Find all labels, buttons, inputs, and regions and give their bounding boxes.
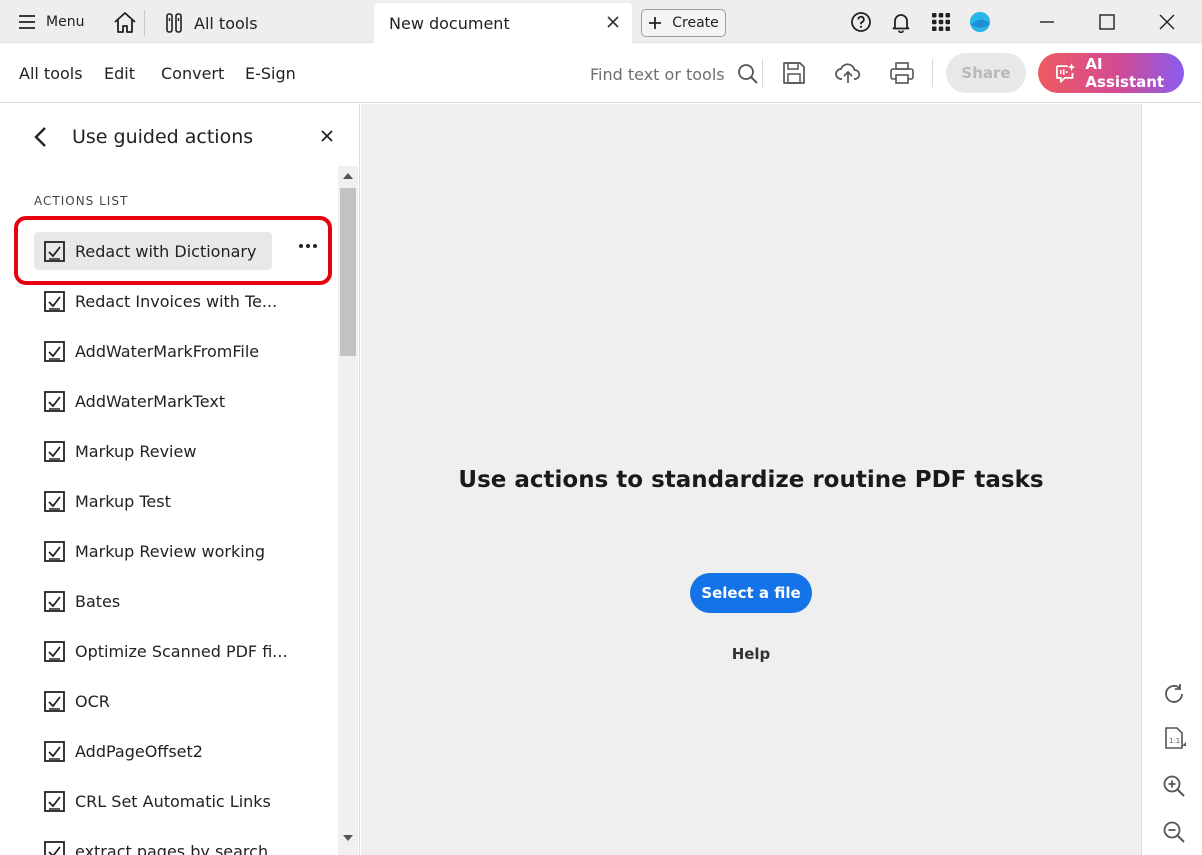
menu-e-sign[interactable]: E-Sign (245, 64, 296, 83)
menu-all-tools[interactable]: All tools (19, 64, 83, 83)
tab-all-tools-label: All tools (194, 13, 258, 33)
checklist-icon (44, 340, 65, 362)
search-input[interactable]: Find text or tools (590, 63, 759, 85)
apps-grid-icon[interactable] (930, 11, 952, 33)
rotate-icon[interactable] (1162, 682, 1186, 706)
panel-scrollbar[interactable] (338, 166, 358, 855)
print-icon[interactable] (889, 60, 915, 86)
checklist-icon (44, 290, 65, 312)
avatar[interactable] (969, 11, 991, 33)
menu-button[interactable]: Menu (18, 10, 84, 34)
action-item-label: AddWaterMarkText (75, 391, 226, 411)
checklist-icon (44, 590, 65, 612)
action-item[interactable]: AddPageOffset2 (34, 732, 219, 770)
checklist-icon (44, 640, 65, 662)
title-bar: Menu All tools New document Create (0, 0, 1202, 43)
action-item[interactable]: Optimize Scanned PDF fi... (34, 632, 304, 670)
action-item[interactable]: Markup Review working (34, 532, 281, 570)
action-item-label: AddWaterMarkFromFile (75, 341, 260, 361)
guided-actions-panel: Use guided actions ACTIONS LIST Redact w… (0, 104, 360, 855)
menu-edit[interactable]: Edit (104, 64, 135, 83)
tab-all-tools[interactable]: All tools (166, 10, 258, 36)
zoom-in-icon[interactable] (1162, 774, 1186, 798)
help-link[interactable]: Help (361, 645, 1141, 663)
selection-highlight (14, 216, 332, 285)
action-item-label: extract pages by search (75, 841, 269, 855)
main-heading: Use actions to standardize routine PDF t… (458, 467, 1044, 493)
action-item-label: Markup Review working (75, 541, 265, 561)
home-button[interactable] (112, 10, 138, 36)
menubar-divider-2 (932, 59, 933, 87)
action-item[interactable]: Markup Test (34, 482, 187, 520)
main-content: Use actions to standardize routine PDF t… (361, 104, 1141, 855)
maximize-icon[interactable] (1096, 11, 1118, 33)
close-window-icon[interactable] (1156, 11, 1178, 33)
action-item-label: OCR (75, 691, 110, 711)
action-item[interactable]: Bates (34, 582, 136, 620)
checklist-icon (44, 390, 65, 412)
close-panel-icon[interactable] (320, 129, 334, 143)
all-tools-icon (166, 13, 182, 33)
right-rail: 1:1 (1141, 104, 1202, 855)
action-item[interactable]: extract pages by search (34, 832, 284, 855)
action-item-label: Bates (75, 591, 121, 611)
plus-icon (649, 17, 662, 29)
titlebar-divider (144, 10, 145, 36)
action-item[interactable]: CRL Set Automatic Links (34, 782, 287, 820)
panel-title: Use guided actions (72, 126, 254, 148)
search-placeholder: Find text or tools (590, 64, 725, 84)
action-item[interactable]: AddWaterMarkText (34, 382, 241, 420)
action-item-label: AddPageOffset2 (75, 741, 203, 761)
scroll-thumb[interactable] (340, 188, 356, 356)
hamburger-icon (19, 15, 35, 29)
close-tab-icon[interactable] (604, 13, 622, 31)
cloud-upload-icon[interactable] (835, 60, 861, 86)
menu-label: Menu (46, 14, 85, 30)
ai-assistant-button[interactable]: AI Assistant (1038, 53, 1184, 93)
search-icon (737, 64, 758, 84)
action-item-label: Optimize Scanned PDF fi... (75, 641, 288, 661)
action-item-label: Markup Review (75, 441, 197, 461)
menu-convert[interactable]: Convert (161, 64, 224, 83)
home-icon (114, 12, 136, 33)
ai-assistant-label: AI Assistant (1085, 55, 1165, 91)
action-item-label: CRL Set Automatic Links (75, 791, 271, 811)
save-icon[interactable] (781, 60, 807, 86)
action-item[interactable]: AddWaterMarkFromFile (34, 332, 275, 370)
create-button[interactable]: Create (641, 9, 726, 37)
svg-text:1:1: 1:1 (1169, 737, 1180, 745)
action-item[interactable]: OCR (34, 682, 126, 720)
action-item-label: Markup Test (75, 491, 171, 511)
actions-list-heading: ACTIONS LIST (34, 194, 129, 208)
create-label: Create (672, 15, 719, 31)
actual-size-icon[interactable]: 1:1 (1162, 726, 1186, 750)
action-item-label: Redact Invoices with Te... (75, 291, 278, 311)
select-file-label: Select a file (701, 584, 801, 602)
bell-icon[interactable] (890, 11, 912, 33)
action-item[interactable]: Redact Invoices with Te... (34, 282, 293, 320)
ai-assistant-icon (1056, 63, 1076, 83)
checklist-icon (44, 790, 65, 812)
checklist-icon (44, 540, 65, 562)
zoom-out-icon[interactable] (1162, 820, 1186, 844)
share-label: Share (961, 64, 1011, 82)
action-item[interactable]: Markup Review (34, 432, 212, 470)
tab-new-document-label: New document (389, 14, 510, 33)
menu-bar: All tools Edit Convert E-Sign Find text … (0, 43, 1202, 103)
checklist-icon (44, 840, 65, 855)
scroll-down-arrow-icon[interactable] (343, 834, 353, 842)
help-icon[interactable] (850, 11, 872, 33)
share-button[interactable]: Share (946, 53, 1026, 93)
checklist-icon (44, 740, 65, 762)
minimize-icon[interactable] (1036, 11, 1058, 33)
tab-new-document[interactable]: New document (374, 3, 632, 43)
select-file-button[interactable]: Select a file (690, 573, 812, 613)
scroll-up-arrow-icon[interactable] (343, 172, 353, 180)
back-arrow-icon[interactable] (32, 126, 50, 148)
checklist-icon (44, 440, 65, 462)
menubar-divider (762, 59, 763, 87)
checklist-icon (44, 490, 65, 512)
checklist-icon (44, 690, 65, 712)
